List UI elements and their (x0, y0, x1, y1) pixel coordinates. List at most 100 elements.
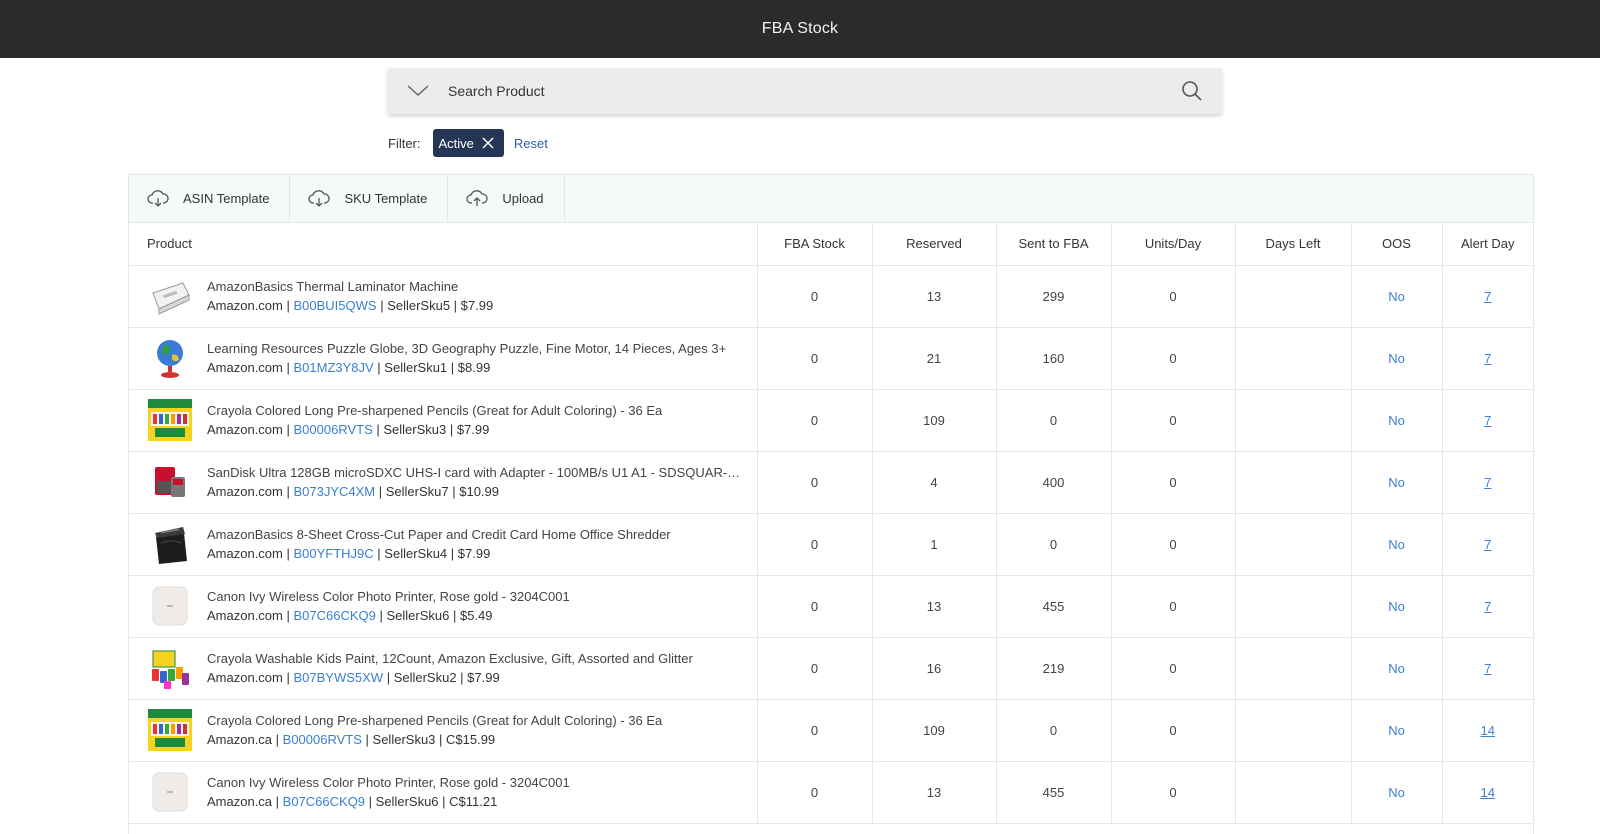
days-left-cell (1235, 575, 1352, 638)
sent-to-fba-cell: 455 (996, 761, 1112, 824)
sent-to-fba-cell: 0 (996, 513, 1112, 576)
oos-link[interactable]: No (1388, 475, 1405, 490)
asin-link[interactable]: B07C66CKQ9 (293, 608, 375, 623)
oos-link[interactable]: No (1388, 723, 1405, 738)
reserved-cell: 109 (872, 699, 997, 762)
alert-day-cell: 7 (1442, 637, 1533, 700)
asin-link[interactable]: B01MZ3Y8JV (293, 360, 373, 375)
asin-link[interactable]: B00006RVTS (283, 732, 362, 747)
units-day-cell: 0 (1111, 327, 1236, 390)
product-cell: Crayola Colored Long Pre-sharpened Penci… (129, 389, 758, 452)
reserved-cell: 16 (872, 637, 997, 700)
alert-day-cell: 7 (1442, 451, 1533, 514)
fba-stock-cell: 0 (757, 389, 873, 452)
asin-template-button[interactable]: ASIN Template (129, 175, 291, 222)
marketplace: Amazon.com (207, 608, 283, 623)
alert-day-link[interactable]: 7 (1484, 413, 1491, 428)
price: $7.99 (460, 298, 494, 313)
days-left-cell (1235, 699, 1352, 762)
upload-button[interactable]: Upload (448, 175, 565, 222)
asin-link[interactable]: B07BYWS5XW (293, 670, 383, 685)
cloud-upload-icon (466, 189, 488, 206)
oos-link[interactable]: No (1388, 661, 1405, 676)
chevron-down-icon[interactable] (388, 68, 448, 114)
column-header-days-left[interactable]: Days Left (1235, 223, 1352, 266)
product-name[interactable]: AmazonBasics 8-Sheet Cross-Cut Paper and… (207, 527, 747, 542)
column-header-reserved[interactable]: Reserved (872, 223, 997, 266)
stock-panel: ASIN Template SKU Template Upload Produc… (128, 174, 1534, 834)
units-day-cell: 0 (1111, 513, 1236, 576)
oos-link[interactable]: No (1388, 351, 1405, 366)
filter-chip-active[interactable]: Active (432, 129, 504, 157)
column-header-product[interactable]: Product (129, 223, 758, 266)
alert-day-link[interactable]: 14 (1481, 723, 1495, 738)
price: $7.99 (456, 422, 490, 437)
search-input[interactable]: Search Product (448, 83, 1162, 99)
oos-cell: No (1351, 699, 1443, 762)
column-header-units-day[interactable]: Units/Day (1111, 223, 1236, 266)
product-name[interactable]: Crayola Colored Long Pre-sharpened Penci… (207, 403, 747, 418)
units-day-cell: 0 (1111, 389, 1236, 452)
filter-chip-label: Active (438, 135, 474, 151)
alert-day-link[interactable]: 7 (1484, 661, 1491, 676)
oos-cell: No (1351, 327, 1443, 390)
alert-day-link[interactable]: 7 (1484, 289, 1491, 304)
product-name[interactable]: Crayola Washable Kids Paint, 12Count, Am… (207, 651, 747, 666)
fba-stock-cell: 0 (757, 637, 873, 700)
oos-link[interactable]: No (1388, 599, 1405, 614)
table-header-row: Product FBA Stock Reserved Sent to FBA U… (129, 223, 1533, 266)
price: $7.99 (457, 546, 491, 561)
oos-link[interactable]: No (1388, 289, 1405, 304)
oos-link[interactable]: No (1388, 785, 1405, 800)
sku-template-button[interactable]: SKU Template (290, 175, 449, 222)
alert-day-link[interactable]: 14 (1481, 785, 1495, 800)
asin-link[interactable]: B00BUI5QWS (293, 298, 376, 313)
table-row: AmazonBasics Thermal Laminator Machine A… (129, 265, 1533, 328)
pencils-icon (147, 707, 193, 753)
alert-day-link[interactable]: 7 (1484, 537, 1491, 552)
reserved-cell: 1 (872, 513, 997, 576)
oos-cell: No (1351, 513, 1443, 576)
units-day-cell: 0 (1111, 761, 1236, 824)
units-day-cell: 0 (1111, 699, 1236, 762)
oos-link[interactable]: No (1388, 413, 1405, 428)
product-name[interactable]: SanDisk Ultra 128GB microSDXC UHS-I card… (207, 465, 747, 480)
toolbar: ASIN Template SKU Template Upload (129, 175, 1533, 223)
price: $8.99 (457, 360, 491, 375)
asin-link[interactable]: B07C66CKQ9 (283, 794, 365, 809)
reserved-cell: 13 (872, 575, 997, 638)
oos-link[interactable]: No (1388, 537, 1405, 552)
paint-icon (147, 645, 193, 691)
column-header-oos[interactable]: OOS (1351, 223, 1443, 266)
asin-link[interactable]: B00YFTHJ9C (293, 546, 373, 561)
product-name[interactable]: Canon Ivy Wireless Color Photo Printer, … (207, 775, 747, 790)
product-name[interactable]: Canon Ivy Wireless Color Photo Printer, … (207, 589, 747, 604)
price: C$11.21 (449, 794, 498, 809)
column-header-fba-stock[interactable]: FBA Stock (757, 223, 873, 266)
table-row: Canon Ivy Wireless Color Photo Printer, … (129, 761, 1533, 824)
price: $5.49 (459, 608, 493, 623)
product-cell: AmazonBasics 8-Sheet Cross-Cut Paper and… (129, 513, 758, 576)
laminator-icon (147, 273, 193, 319)
search-icon[interactable] (1162, 68, 1222, 114)
marketplace: Amazon.ca (207, 794, 273, 809)
product-name[interactable]: AmazonBasics Thermal Laminator Machine (207, 279, 747, 294)
printer-icon (147, 769, 193, 815)
table-row: SanDisk Ultra 128GB microSDXC UHS-I card… (129, 451, 1533, 514)
filter-bar: Filter: Active Reset (388, 129, 548, 157)
product-name[interactable]: Learning Resources Puzzle Globe, 3D Geog… (207, 341, 747, 356)
product-meta: Amazon.com | B073JYC4XM | SellerSku7 | $… (207, 484, 499, 499)
product-name[interactable]: Crayola Colored Long Pre-sharpened Penci… (207, 713, 747, 728)
close-icon[interactable] (482, 137, 494, 149)
asin-link[interactable]: B00006RVTS (293, 422, 372, 437)
alert-day-cell: 7 (1442, 513, 1533, 576)
seller-sku: SellerSku3 (383, 422, 447, 437)
reset-link[interactable]: Reset (514, 136, 548, 151)
table-row: Crayola Colored Long Pre-sharpened Penci… (129, 699, 1533, 762)
alert-day-link[interactable]: 7 (1484, 475, 1491, 490)
asin-link[interactable]: B073JYC4XM (293, 484, 375, 499)
column-header-sent-to-fba[interactable]: Sent to FBA (996, 223, 1112, 266)
alert-day-link[interactable]: 7 (1484, 599, 1491, 614)
column-header-alert-day[interactable]: Alert Day (1442, 223, 1533, 266)
alert-day-link[interactable]: 7 (1484, 351, 1491, 366)
